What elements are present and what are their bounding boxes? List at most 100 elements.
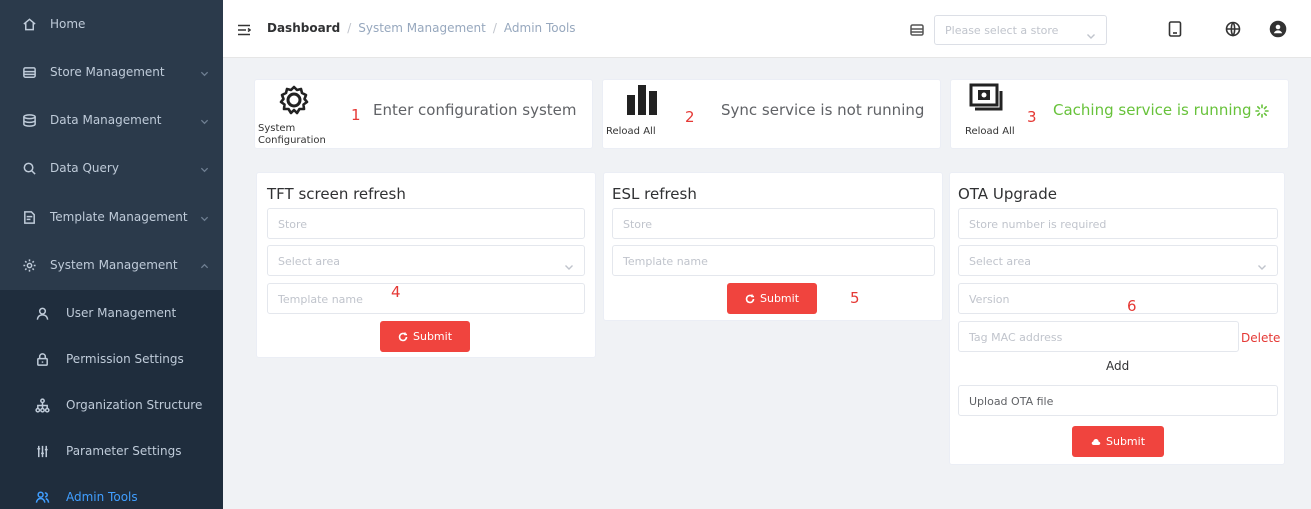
bar-chart-icon	[625, 83, 659, 121]
ota-submit-button[interactable]: Submit	[1072, 426, 1164, 457]
tft-submit-button[interactable]: Submit	[380, 321, 470, 352]
card-label: System Configuration	[258, 123, 326, 146]
sidebar-item-label: Store Management	[50, 65, 165, 79]
loading-icon	[1255, 103, 1269, 122]
upload-ota-file-button[interactable]: Upload OTA file	[958, 385, 1278, 416]
area-select[interactable]: Select area	[267, 245, 585, 276]
area-select[interactable]: Select area	[958, 245, 1278, 276]
sidebar-item-admin-tools[interactable]: Admin Tools	[0, 474, 223, 509]
sync-service-card[interactable]: Reload All 2 Sync service is not running	[602, 79, 941, 149]
tft-refresh-panel: TFT screen refresh Store Select area Tem…	[256, 172, 596, 358]
device-icon[interactable]	[1166, 20, 1184, 38]
chevron-down-icon	[200, 67, 209, 77]
search-icon	[18, 161, 40, 176]
template-name-input[interactable]: Template name	[612, 245, 935, 276]
store-input[interactable]: Store	[267, 208, 585, 239]
select-placeholder: Select area	[969, 255, 1031, 268]
marker-number: 6	[1127, 297, 1137, 315]
sidebar-item-template-management[interactable]: Template Management	[0, 193, 223, 241]
system-management-submenu: User Management Permission Settings Orga…	[0, 290, 223, 509]
select-placeholder: Select area	[278, 255, 340, 268]
marker-number: 3	[1027, 108, 1037, 126]
input-placeholder: Store number is required	[969, 218, 1107, 231]
marker-number: 4	[391, 283, 401, 301]
sidebar-item-store-management[interactable]: Store Management	[0, 48, 223, 96]
button-label: Submit	[1105, 435, 1146, 448]
store-select-placeholder: Please select a store	[945, 24, 1059, 37]
top-header: Dashboard / System Management / Admin To…	[223, 0, 1311, 58]
card-text: Enter configuration system	[373, 101, 577, 119]
version-input[interactable]: Version	[958, 283, 1278, 314]
panel-title: OTA Upgrade	[958, 185, 1057, 203]
sidebar-item-parameter-settings[interactable]: Parameter Settings	[0, 428, 223, 474]
home-icon	[18, 17, 40, 32]
breadcrumb-item: Admin Tools	[503, 21, 576, 35]
add-link[interactable]: Add	[1106, 359, 1129, 373]
input-placeholder: Template name	[623, 255, 708, 268]
chevron-down-icon	[200, 212, 209, 222]
sidebar-item-label: System Management	[50, 258, 178, 272]
sidebar-item-label: User Management	[66, 306, 177, 320]
sidebar-item-label: Parameter Settings	[66, 444, 182, 458]
sidebar-item-label: Home	[50, 17, 86, 31]
sidebar-item-label: Template Management	[50, 210, 188, 224]
cache-icon	[969, 81, 1003, 119]
button-label: Submit	[412, 330, 453, 343]
card-label: Reload All	[606, 126, 656, 137]
sidebar-item-organization-structure[interactable]: Organization Structure	[0, 382, 223, 428]
sidebar-item-data-query[interactable]: Data Query	[0, 144, 223, 192]
panel-title: TFT screen refresh	[267, 185, 406, 203]
app-root: Home Store Management Data Management Da…	[0, 0, 1311, 509]
breadcrumb-separator: /	[492, 21, 497, 35]
gear-icon	[277, 83, 311, 121]
input-placeholder: Version	[969, 293, 1010, 306]
breadcrumb-item[interactable]: Dashboard	[267, 21, 340, 35]
sidebar-item-user-management[interactable]: User Management	[0, 290, 223, 336]
breadcrumb-separator: /	[347, 21, 352, 35]
cloud-upload-icon	[1091, 437, 1101, 447]
sidebar-item-permission-settings[interactable]: Permission Settings	[0, 336, 223, 382]
esl-submit-button[interactable]: Submit	[727, 283, 817, 314]
chevron-down-icon	[1086, 26, 1096, 39]
gear-icon	[18, 258, 40, 273]
ota-upgrade-panel: OTA Upgrade Store number is required Sel…	[949, 172, 1285, 465]
sidebar-item-label: Organization Structure	[66, 398, 203, 412]
system-configuration-card[interactable]: System Configuration 1 Enter configurati…	[254, 79, 593, 149]
esl-refresh-panel: ESL refresh Store Template name Submit 5	[603, 172, 943, 321]
chevron-down-icon	[200, 163, 209, 173]
admin-users-icon	[32, 490, 52, 505]
input-placeholder: Template name	[278, 293, 363, 306]
sidebar-item-label: Data Management	[50, 113, 162, 127]
database-icon	[18, 113, 40, 128]
caching-service-card[interactable]: Reload All 3 Caching service is running	[950, 79, 1289, 149]
upload-label: Upload OTA file	[969, 395, 1054, 408]
refresh-icon	[398, 332, 408, 342]
sidebar-item-home[interactable]: Home	[0, 0, 223, 48]
document-icon	[18, 210, 40, 225]
card-text: Sync service is not running	[721, 101, 925, 119]
org-chart-icon	[32, 397, 52, 413]
chevron-down-icon	[1257, 257, 1267, 270]
user-avatar-icon[interactable]	[1269, 20, 1287, 38]
sidebar-item-label: Admin Tools	[66, 490, 138, 504]
marker-number: 1	[351, 106, 361, 124]
sliders-icon	[32, 444, 52, 459]
sidebar-item-system-management[interactable]: System Management	[0, 241, 223, 289]
marker-number: 5	[850, 289, 860, 307]
delete-link[interactable]: Delete	[1241, 331, 1280, 345]
template-name-input[interactable]: Template name	[267, 283, 585, 314]
store-number-input[interactable]: Store number is required	[958, 208, 1278, 239]
globe-icon[interactable]	[1224, 20, 1242, 38]
input-placeholder: Store	[623, 218, 653, 231]
sidebar: Home Store Management Data Management Da…	[0, 0, 223, 509]
chevron-down-icon	[200, 115, 209, 125]
sidebar-item-label: Permission Settings	[66, 352, 184, 366]
panel-title: ESL refresh	[612, 185, 697, 203]
sidebar-item-data-management[interactable]: Data Management	[0, 96, 223, 144]
tag-mac-address-input[interactable]: Tag MAC address	[958, 321, 1239, 352]
store-input[interactable]: Store	[612, 208, 935, 239]
store-icon	[18, 65, 40, 80]
menu-toggle-icon[interactable]	[237, 22, 252, 36]
refresh-icon	[745, 294, 755, 304]
store-select[interactable]: Please select a store	[934, 15, 1107, 45]
